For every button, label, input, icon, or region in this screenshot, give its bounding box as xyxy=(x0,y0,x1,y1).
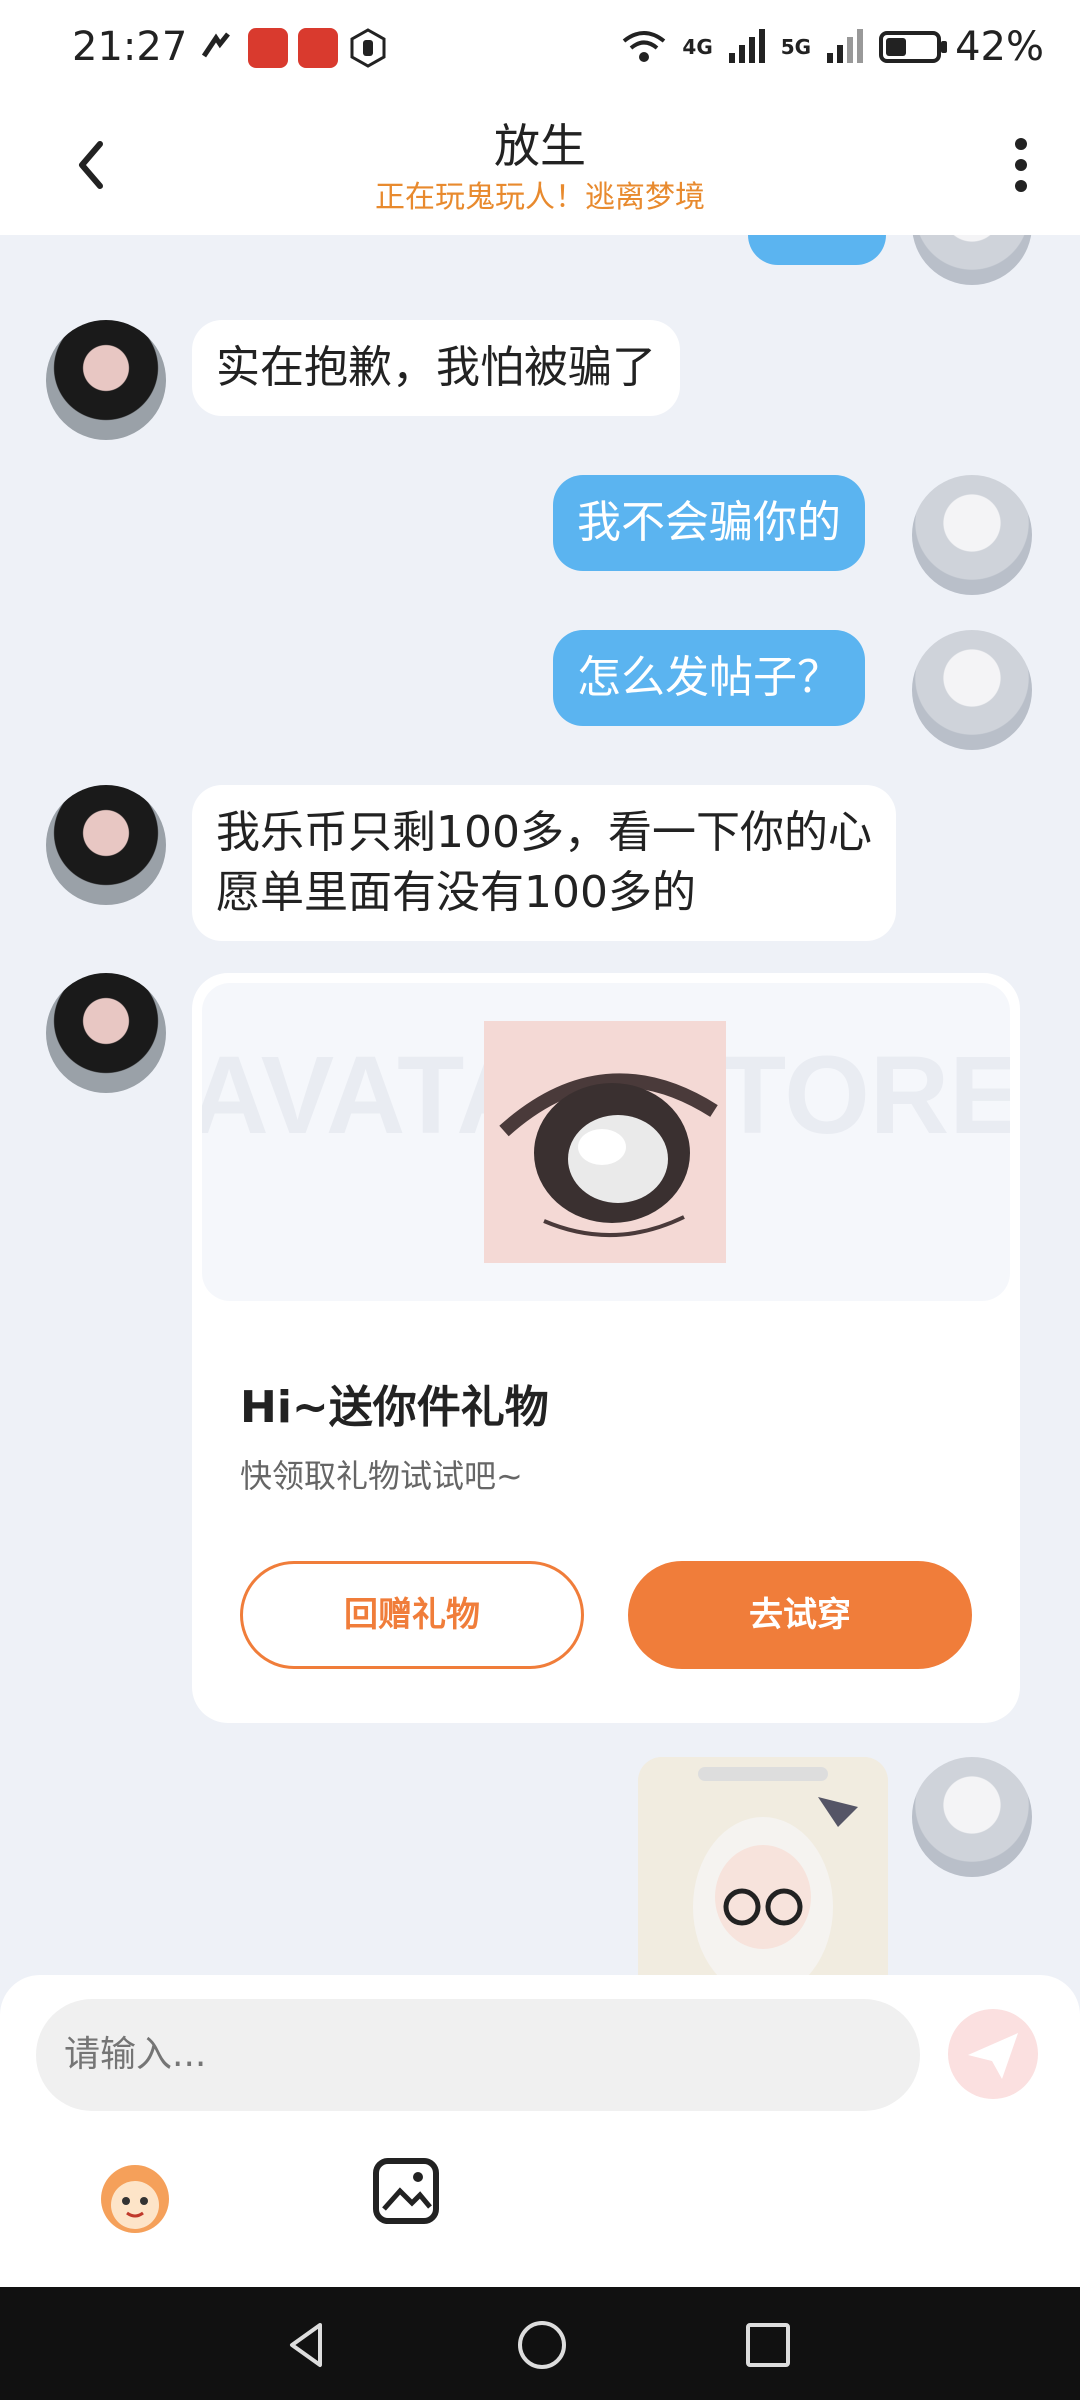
hand-stop-icon xyxy=(350,28,386,68)
image-message-thumbnail[interactable] xyxy=(638,1757,888,1975)
emoji-sticker-icon[interactable] xyxy=(92,2157,178,2237)
status-bar: 21:27 4G 5G 42% xyxy=(0,0,1080,100)
wifi-icon xyxy=(623,31,666,62)
cell-signal-icon xyxy=(728,29,765,63)
send-icon xyxy=(968,2033,1018,2079)
taobao-icon xyxy=(298,28,338,68)
message-bubble[interactable]: 实在抱歉，我怕被骗了 xyxy=(192,320,680,416)
avatar-screenshot-image xyxy=(638,1757,888,1975)
status-indicators: 4G 5G 42% xyxy=(620,24,1044,70)
message-bubble[interactable]: 怎么发帖子？ xyxy=(553,630,865,726)
notification-app-icon xyxy=(201,32,230,58)
message-bubble[interactable]: 我不会骗你的 xyxy=(553,475,865,571)
gift-title: Hi~送你件礼物 xyxy=(240,1382,549,1433)
status-time: 21:27 xyxy=(72,24,188,70)
try-on-button[interactable]: 去试穿 xyxy=(628,1561,972,1669)
chat-header: 放生 正在玩鬼玩人！逃离梦境 xyxy=(0,100,1080,235)
message-input[interactable] xyxy=(36,1999,920,2111)
send-button[interactable] xyxy=(948,2009,1038,2099)
contact-avatar[interactable] xyxy=(46,785,166,905)
return-gift-button[interactable]: 回赠礼物 xyxy=(240,1561,584,1669)
gift-card[interactable]: AVATAR STORE Hi~送你件礼物 快领取礼物试试吧~ 回赠礼物 去试穿 xyxy=(192,973,1020,1723)
chat-subtitle: 正在玩鬼玩人！逃离梦境 xyxy=(375,180,705,215)
message-bubble[interactable]: 我乐币只剩100多，看一下你的心愿单里面有没有100多的 xyxy=(192,785,896,941)
status-notification-icons xyxy=(198,28,388,68)
system-nav-bar xyxy=(0,2287,1080,2400)
self-avatar[interactable] xyxy=(912,235,1032,285)
message-bubble-partial xyxy=(748,235,886,265)
self-avatar[interactable] xyxy=(912,1757,1032,1877)
battery-percent: 42% xyxy=(955,24,1044,70)
contact-avatar[interactable] xyxy=(46,320,166,440)
eye-icon xyxy=(499,1073,718,1238)
cell-signal-icon xyxy=(827,29,864,63)
signal-5g-label: 5G xyxy=(780,35,812,59)
taobao-icon xyxy=(248,28,288,68)
nav-home-icon[interactable] xyxy=(514,2317,570,2373)
gift-subtitle: 快领取礼物试试吧~ xyxy=(240,1457,523,1495)
nav-recent-apps-icon[interactable] xyxy=(744,2321,792,2369)
chat-message-list[interactable]: 实在抱歉，我怕被骗了 我不会骗你的 怎么发帖子？ 我乐币只剩100多，看一下你的… xyxy=(0,235,1080,1975)
chat-title: 放生 xyxy=(494,119,586,173)
gift-item-image xyxy=(484,1021,726,1263)
message-input-panel xyxy=(0,1975,1080,2287)
more-options-icon[interactable] xyxy=(986,130,1056,200)
contact-avatar[interactable] xyxy=(46,973,166,1093)
nav-back-icon[interactable] xyxy=(280,2317,336,2373)
self-avatar[interactable] xyxy=(912,475,1032,595)
battery-fill xyxy=(886,38,907,56)
signal-4g-label: 4G xyxy=(682,35,713,59)
image-picker-icon[interactable] xyxy=(370,2155,442,2227)
self-avatar[interactable] xyxy=(912,630,1032,750)
gift-preview: AVATAR STORE xyxy=(202,983,1010,1301)
battery-icon xyxy=(879,31,948,63)
